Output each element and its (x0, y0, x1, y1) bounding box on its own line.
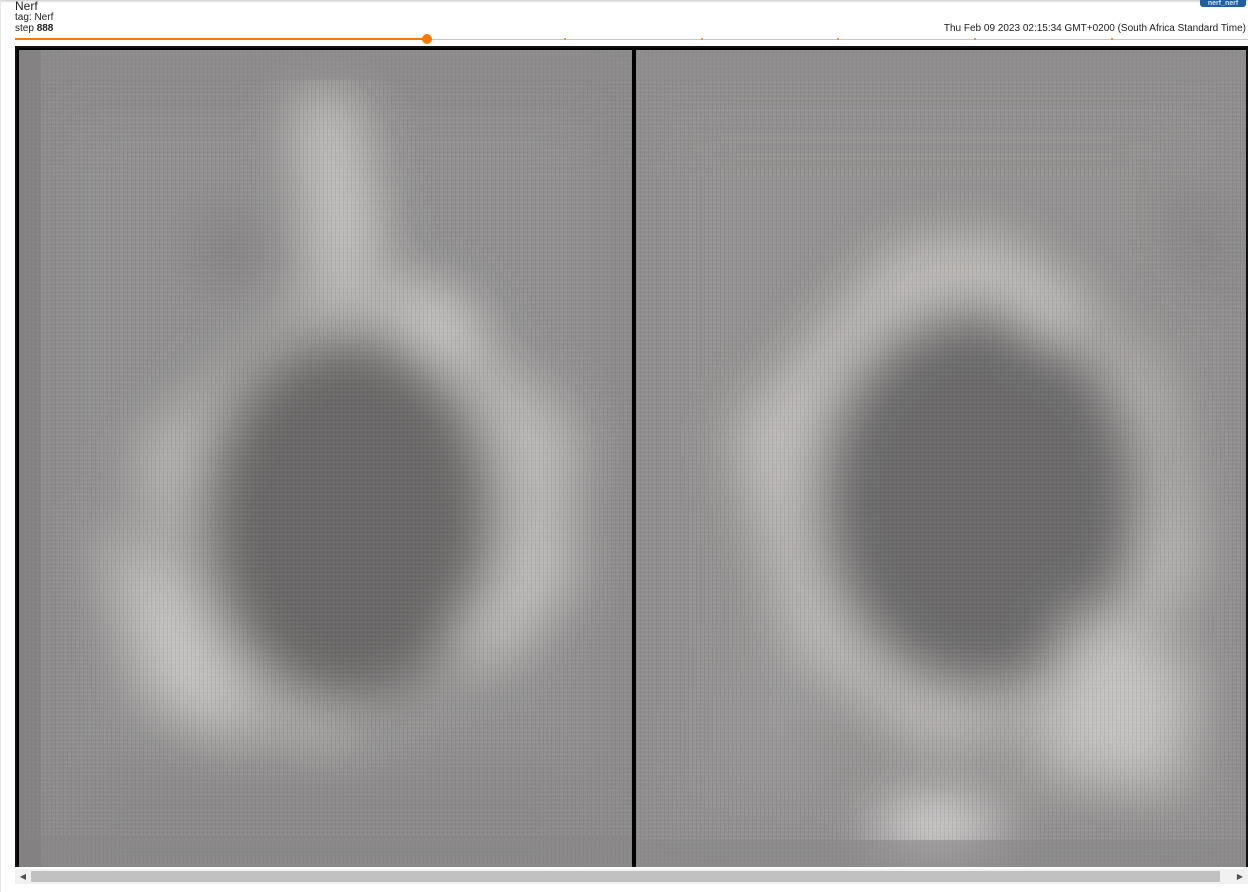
slider-handle[interactable] (421, 34, 432, 44)
scrollbar-thumb[interactable] (31, 871, 1220, 882)
card-title: Nerf (15, 0, 38, 13)
horizontal-scrollbar[interactable]: ◀ ▶ (15, 869, 1248, 884)
rendered-image-right (636, 50, 1246, 867)
rendered-image-right-graphic (636, 50, 1246, 867)
rendered-image-left (19, 50, 632, 867)
slider-tick (700, 38, 703, 40)
step-label: step 888 (15, 23, 53, 35)
scroll-right-icon[interactable]: ▶ (1232, 869, 1248, 884)
rendered-image-left-graphic (19, 50, 632, 867)
image-frame (15, 46, 1248, 867)
step-value: 888 (36, 23, 54, 34)
step-slider[interactable] (15, 34, 1248, 45)
run-badge: nerf_nerf (1200, 0, 1246, 7)
slider-fill (15, 38, 427, 40)
image-card: Nerf nerf_nerf tag: Nerf step 888 Thu Fe… (0, 0, 1248, 892)
step-text: step (15, 23, 34, 34)
card-top-shadow (1, 0, 1248, 3)
scroll-left-icon[interactable]: ◀ (15, 869, 31, 884)
slider-tick (563, 38, 566, 40)
timestamp: Thu Feb 09 2023 02:15:34 GMT+0200 (South… (943, 23, 1246, 34)
